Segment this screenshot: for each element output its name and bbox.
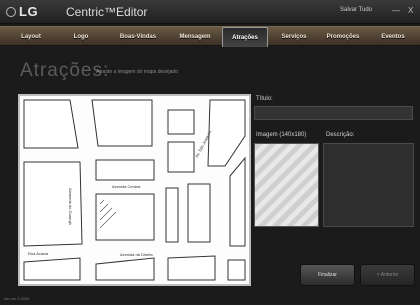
finish-button[interactable]: Finalizar bbox=[300, 264, 355, 286]
page-subtitle: Arraste a imagem do mapa desejado bbox=[96, 69, 178, 75]
tab-layout[interactable]: Layout bbox=[6, 27, 56, 46]
title-input[interactable] bbox=[254, 106, 413, 120]
tab-boas-vindas[interactable]: Boas-Vindas bbox=[106, 27, 170, 46]
title-bar: LG Centric™Editor Salvar Tudo — X bbox=[0, 0, 420, 24]
street-label: Avenida Central bbox=[112, 184, 141, 189]
image-drop-area[interactable] bbox=[254, 143, 319, 227]
description-label: Descrição: bbox=[326, 132, 355, 138]
back-button[interactable]: < Anterior bbox=[360, 264, 415, 286]
street-label: Alameda do Guarujá bbox=[68, 188, 73, 225]
tab-promocoes[interactable]: Promoções bbox=[318, 27, 368, 46]
lg-logo-icon bbox=[6, 7, 16, 17]
tab-logo[interactable]: Logo bbox=[56, 27, 106, 46]
tab-eventos[interactable]: Eventos bbox=[368, 27, 418, 46]
minimize-icon[interactable]: — bbox=[392, 7, 400, 15]
tab-atracoes[interactable]: Atrações bbox=[222, 27, 268, 47]
map-drop-area[interactable]: Avenida Central Alameda do Guarujá Av. S… bbox=[18, 94, 251, 286]
main-nav: Layout Logo Boas-Vindas Mensagem Atraçõe… bbox=[0, 26, 420, 47]
app-title: Centric™Editor bbox=[66, 5, 148, 19]
version-text: ver.ver 2.0000 bbox=[4, 296, 30, 301]
image-label: Imagem (140x180) bbox=[256, 132, 307, 138]
description-textarea[interactable] bbox=[323, 143, 414, 227]
close-icon[interactable]: X bbox=[408, 7, 413, 15]
street-label: Avenida da Direita bbox=[120, 252, 153, 257]
brand-logo: LG bbox=[19, 4, 39, 19]
street-label: Rua Acácia bbox=[28, 251, 49, 256]
tab-servicos[interactable]: Serviços bbox=[270, 27, 318, 46]
title-label: Título: bbox=[256, 96, 273, 102]
save-all-button[interactable]: Salvar Tudo bbox=[340, 7, 372, 13]
tab-mensagem[interactable]: Mensagem bbox=[170, 27, 220, 46]
